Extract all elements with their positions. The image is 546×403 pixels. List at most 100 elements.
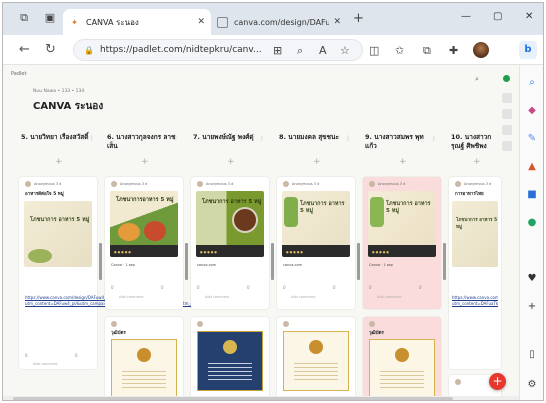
copilot-icon[interactable]: b [519,41,537,59]
comment-count[interactable]: 0 [419,285,422,290]
shopping-icon[interactable]: ◆ [525,105,539,116]
post-thumbnail[interactable]: โภชนาการ อาหาร 5 หมู่ ● ● ● ● ● [196,191,264,257]
like-count[interactable]: 0 [25,353,28,358]
add-comment[interactable]: Add comment [205,295,230,299]
post-card[interactable]: Anonymous 3 d โภชนาการ อาหาร 5 หมู่ ● ● … [363,177,441,309]
add-post-icon[interactable]: + [313,157,321,167]
post-card[interactable]: Anonymous 3 d โภชนาการ อาหาร 5 หมู่ ● ● … [277,177,355,309]
zoom-icon[interactable]: ⌕ [297,44,303,58]
tab-canva-ranong[interactable]: ✦ CANVA ระนอง ✕ [63,9,211,35]
column-menu-icon[interactable]: ⋮ [173,135,179,142]
favorite-star-icon[interactable]: ☆ [340,44,350,57]
column-header: 5. นายวิทยา เรืองสวัสดิ์ [21,133,89,141]
close-tab-icon[interactable]: ✕ [197,17,205,27]
column-scrollbar[interactable] [357,243,360,280]
profile-avatar[interactable] [473,42,489,58]
user-avatar[interactable] [503,75,510,82]
board-tool-icon[interactable] [502,141,512,151]
avatar [455,181,461,187]
post-card[interactable]: Anonymous 3 d โภชนาการอาหาร 5 หมู่ ● ● ●… [105,177,183,309]
maximize-icon[interactable]: ▢ [493,11,502,22]
like-count[interactable]: 0 [111,285,114,290]
column-scrollbar[interactable] [443,243,446,280]
certificate-thumbnail[interactable] [369,339,435,399]
post-card[interactable] [277,317,355,400]
like-count[interactable]: 0 [369,285,372,290]
column-menu-icon[interactable]: ⋮ [345,135,351,142]
refresh-icon[interactable]: ↻ [45,42,56,57]
column-menu-icon[interactable]: ⋮ [431,135,437,142]
add-comment[interactable]: Add comment [33,362,58,366]
tools-icon[interactable]: ✎ [525,133,539,144]
post-link[interactable]: https://www.canva.com/design/DAFuw4_pl/t… [25,295,240,306]
close-window-icon[interactable]: ✕ [525,11,533,22]
post-thumbnail[interactable]: โภชนาการ อาหาร 5 หมู่ ● ● ● ● ● [368,191,436,257]
collections-icon[interactable]: ⧉ [423,44,431,58]
like-count[interactable]: 0 [283,285,286,290]
sidebar-toggle-icon[interactable]: ▯ [525,349,539,360]
certificate-thumbnail[interactable] [283,331,349,391]
board-tool-icon[interactable] [502,109,512,119]
outlook-icon[interactable]: ● [525,217,539,228]
comment-count[interactable]: 0 [75,353,78,358]
post-card[interactable]: วุฒิบัตร [105,317,183,400]
column-scrollbar[interactable] [271,243,274,280]
add-post-icon[interactable]: + [55,157,63,167]
add-sidebar-icon[interactable]: + [525,301,539,312]
search-icon[interactable]: ⌕ [475,75,479,84]
column-scrollbar[interactable] [99,243,102,280]
post-card[interactable] [191,317,269,400]
heart-icon[interactable]: ♥ [525,273,539,284]
avatar [283,181,289,187]
certificate-thumbnail[interactable] [111,339,177,399]
tab-actions-icon[interactable]: ▣ [43,11,57,25]
add-post-icon[interactable]: + [473,157,481,167]
comment-count[interactable]: 0 [161,285,164,290]
certificate-thumbnail[interactable] [197,331,263,391]
post-card[interactable]: Anonymous 3 d โภชนาการ อาหาร 5 หมู่ ● ● … [191,177,269,309]
app-available-icon[interactable]: ⊞ [273,44,282,57]
post-thumbnail[interactable]: โภชนาการ อาหาร 5 หมู่ [452,201,498,267]
padlet-logo[interactable]: Padlet [11,71,26,77]
close-tab-icon[interactable]: ✕ [333,17,341,27]
post-thumbnail[interactable]: โภชนาการ อาหาร 5 หมู่ ● ● ● ● ● [282,191,350,257]
add-comment[interactable]: Add comment [119,295,144,299]
board-tool-icon[interactable] [502,93,512,103]
add-post-icon[interactable]: + [399,157,407,167]
read-aloud-icon[interactable]: A [319,44,327,57]
office-icon[interactable]: ■ [525,189,539,200]
column-menu-icon[interactable]: ⋮ [259,135,265,142]
add-comment[interactable]: Add comment [291,295,316,299]
horizontal-scrollbar[interactable] [3,396,519,400]
avatar [25,181,31,187]
comment-count[interactable]: 0 [333,285,336,290]
scrollbar-thumb[interactable] [13,397,453,400]
add-comment[interactable]: Add comment [377,295,402,299]
settings-gear-icon[interactable]: ⚙ [525,379,539,390]
new-tab-icon[interactable]: + [353,11,364,26]
extensions-icon[interactable]: ✚ [449,44,458,57]
post-card[interactable]: Anonymous 3 d การอาหารไทย โภชนาการ อาหาร… [449,177,501,369]
like-count[interactable]: 0 [197,285,200,290]
workspaces-icon[interactable]: ⧉ [17,11,31,25]
games-icon[interactable]: ▲ [525,161,539,172]
add-post-button[interactable]: + [489,373,506,390]
board-tool-icon[interactable] [502,125,512,135]
minimize-icon[interactable]: — [461,11,471,22]
comment-count[interactable]: 0 [247,285,250,290]
tab-canva-design[interactable]: canva.com/design/DAFu4oN4X ✕ [211,9,347,35]
back-icon[interactable]: ← [19,42,30,57]
split-screen-icon[interactable]: ◫ [369,44,379,57]
search-icon[interactable]: ⌕ [525,77,539,88]
post-thumbnail[interactable]: โภชนาการ อาหาร 5 หมู่ [24,201,92,267]
column-menu-icon[interactable]: ⋮ [89,135,95,142]
post-title: วุฒิบัตร [111,331,126,336]
add-post-icon[interactable]: + [227,157,235,167]
post-link[interactable]: https://www.canva.com/design/DAFuaTkUnFI… [452,295,498,343]
favorites-icon[interactable]: ✩ [395,44,404,57]
post-thumbnail[interactable]: โภชนาการอาหาร 5 หมู่ ● ● ● ● ● [110,191,178,257]
add-post-icon[interactable]: + [141,157,149,167]
post-card[interactable]: Anonymous 3 d อาหารดีต่อใจ 5 หมู่ โภชนาก… [19,177,240,369]
post-card[interactable]: วุฒิบัตร [363,317,441,400]
column-scrollbar[interactable] [185,243,188,280]
